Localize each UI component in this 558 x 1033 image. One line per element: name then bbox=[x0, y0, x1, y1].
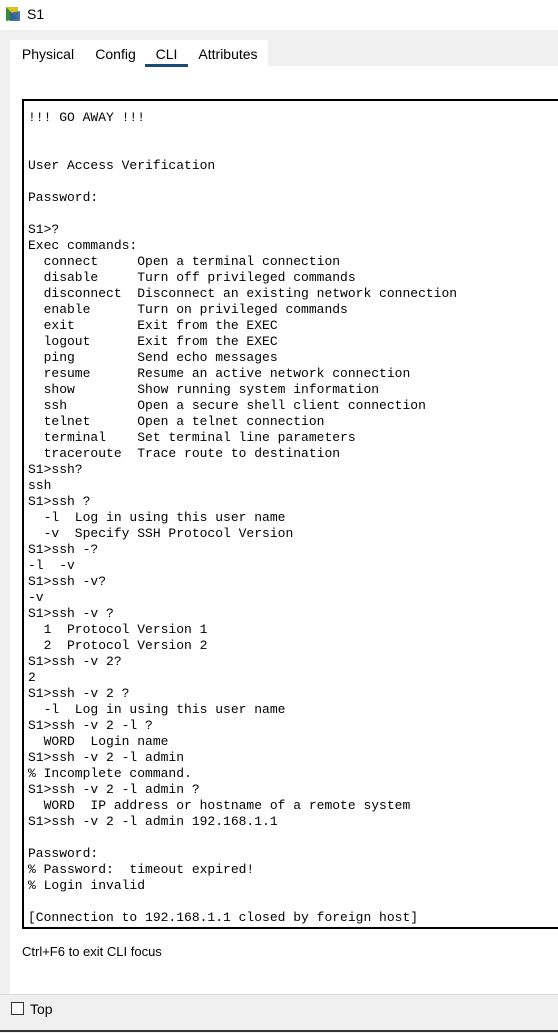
terminal-output: !!! GO AWAY !!! User Access Verification… bbox=[28, 110, 458, 927]
window-title: S1 bbox=[27, 6, 45, 22]
tab-cli[interactable]: CLI bbox=[145, 40, 188, 67]
title-bar: S1 bbox=[0, 0, 558, 30]
cli-focus-hint: Ctrl+F6 to exit CLI focus bbox=[22, 944, 162, 959]
switch-app-icon bbox=[6, 7, 20, 21]
top-checkbox[interactable] bbox=[11, 1002, 24, 1015]
tab-physical[interactable]: Physical bbox=[10, 40, 86, 66]
top-label[interactable]: Top bbox=[30, 1001, 53, 1017]
bottom-bar bbox=[0, 994, 558, 1033]
tab-attributes[interactable]: Attributes bbox=[188, 40, 268, 66]
cli-terminal[interactable]: !!! GO AWAY !!! User Access Verification… bbox=[22, 99, 558, 929]
tab-config[interactable]: Config bbox=[86, 40, 145, 66]
tab-bar: Physical Config CLI Attributes bbox=[10, 40, 268, 67]
